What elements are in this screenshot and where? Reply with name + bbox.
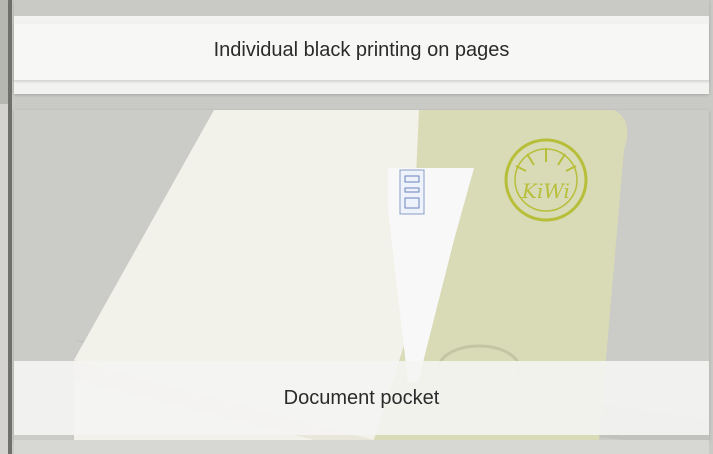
caption-printing: Individual black printing on pages [14, 24, 709, 81]
next-item-edge [14, 440, 709, 454]
gallery-card-printing[interactable]: Individual black printing on pages [14, 0, 709, 94]
previous-item-edge [0, 0, 12, 454]
previous-item-shadow [8, 0, 12, 454]
card-image-strip [14, 0, 709, 16]
gallery-card-document-pocket[interactable]: KiWi Document pocket [14, 110, 709, 440]
svg-text:KiWi: KiWi [521, 179, 570, 203]
caption-document-pocket: Document pocket [14, 361, 709, 435]
